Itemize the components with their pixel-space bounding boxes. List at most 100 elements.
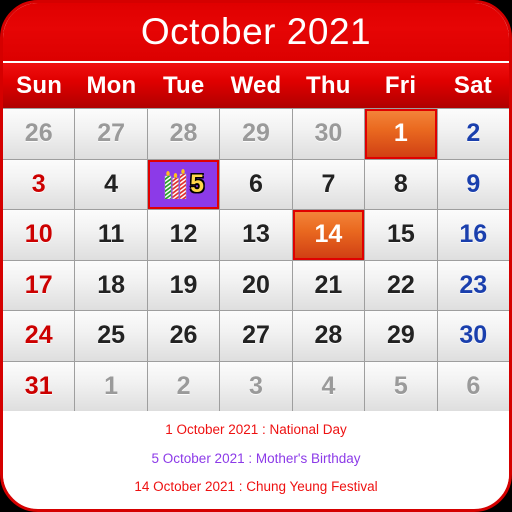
day-cell[interactable]: 17 (3, 260, 75, 310)
day-cell[interactable]: 5 (147, 159, 220, 209)
day-cell[interactable]: 4 (292, 361, 365, 411)
day-cell[interactable]: 4 (75, 159, 147, 209)
day-number: 27 (242, 321, 270, 350)
day-cell[interactable]: 3 (3, 159, 75, 209)
day-number: 28 (314, 321, 343, 350)
day-cell[interactable]: 31 (3, 361, 75, 411)
day-cell-content: 11 (98, 222, 124, 247)
day-cell[interactable]: 25 (75, 311, 147, 361)
day-cell-content: 28 (315, 323, 343, 348)
day-cell[interactable]: 1 (75, 361, 147, 411)
day-cell[interactable]: 27 (220, 311, 292, 361)
weekday-header-thu: Thu (305, 71, 351, 99)
day-number: 5 (190, 169, 205, 198)
day-cell[interactable]: 19 (147, 260, 220, 310)
day-cell[interactable]: 21 (292, 260, 365, 310)
day-number: 24 (24, 321, 53, 350)
day-cell-content: 10 (25, 222, 53, 247)
event-list-item[interactable]: 14 October 2021 : Chung Yeung Festival (134, 480, 377, 494)
day-number: 29 (242, 119, 270, 148)
day-number: 6 (466, 371, 481, 400)
day-number: 25 (97, 321, 126, 350)
day-cell-content: 22 (386, 270, 415, 299)
title-separator (3, 61, 509, 63)
day-number: 14 (314, 220, 343, 249)
day-cell-content: 2 (466, 121, 480, 146)
day-cell[interactable]: 18 (75, 260, 147, 310)
day-number: 5 (393, 371, 408, 400)
event-list-item[interactable]: 1 October 2021 : National Day (165, 423, 347, 437)
day-number: 12 (169, 220, 198, 249)
day-cell[interactable]: 2 (147, 361, 220, 411)
day-number: 26 (24, 119, 53, 148)
day-cell-content: 18 (97, 272, 125, 298)
day-cell[interactable]: 20 (220, 260, 292, 310)
day-number: 13 (242, 220, 270, 249)
day-number: 8 (393, 169, 408, 198)
day-cell[interactable]: 27 (75, 109, 147, 159)
weekday-header-fri: Fri (384, 71, 417, 99)
day-cell[interactable]: 14 (292, 210, 365, 260)
day-cell[interactable]: 12 (147, 210, 220, 260)
month-year-title: October 2021 (140, 10, 372, 52)
day-cell-content: 16 (459, 222, 487, 247)
day-cell[interactable]: 26 (147, 311, 220, 361)
day-cell[interactable]: 10 (3, 210, 75, 260)
day-cell[interactable]: 6 (437, 361, 509, 411)
day-number: 6 (249, 169, 263, 198)
day-number: 17 (24, 270, 53, 299)
day-cell-content: 29 (242, 121, 270, 146)
day-cell[interactable]: 23 (437, 260, 509, 310)
day-cell-content: 27 (97, 121, 125, 146)
calendar-title-bar: October 2021 (3, 3, 509, 61)
day-cell[interactable]: 2 (437, 109, 509, 159)
day-cell-content: 27 (242, 323, 270, 348)
day-cell-content: 30 (459, 323, 487, 348)
day-cell[interactable]: 11 (75, 210, 147, 260)
day-cell-content: 1 (394, 121, 408, 146)
day-cell[interactable]: 30 (292, 109, 365, 159)
calendar-day-grid: 26 27 28 29 30 1 2 3 4 5 6 7 8 9 10 11 12 13 14 15 16 17 18 19 2… (3, 108, 509, 411)
day-cell-content: 2 (177, 373, 191, 399)
day-cell-content: 4 (321, 373, 335, 399)
day-cell[interactable]: 1 (365, 109, 437, 159)
day-cell-content: 24 (25, 323, 53, 348)
day-cell[interactable]: 16 (437, 210, 509, 260)
day-cell-content: 28 (170, 121, 198, 146)
day-cell[interactable]: 29 (365, 311, 437, 361)
day-cell[interactable]: 7 (292, 159, 365, 209)
event-list-item[interactable]: 5 October 2021 : Mother's Birthday (152, 451, 361, 466)
day-number: 21 (314, 270, 343, 299)
day-cell-content: 7 (321, 171, 335, 197)
day-cell[interactable]: 24 (3, 311, 75, 361)
day-cell[interactable]: 6 (220, 159, 292, 209)
day-cell-content: 13 (242, 222, 270, 247)
weekday-header-wed: Wed (230, 71, 282, 99)
day-number: 20 (242, 270, 270, 299)
day-cell[interactable]: 22 (365, 260, 437, 310)
day-cell[interactable]: 30 (437, 311, 509, 361)
day-number: 1 (393, 119, 408, 148)
day-cell-content: 5 (393, 371, 408, 400)
day-cell-content: 3 (32, 171, 46, 197)
day-cell-content: 5 (163, 169, 205, 200)
day-cell-content: 8 (393, 169, 408, 198)
day-cell[interactable]: 26 (3, 109, 75, 159)
day-number: 15 (386, 220, 415, 249)
day-cell[interactable]: 3 (220, 361, 292, 411)
weekday-header-row: Sun Mon Tue Wed Thu Fri Sat (3, 63, 509, 108)
day-cell[interactable]: 8 (365, 159, 437, 209)
day-cell[interactable]: 9 (437, 159, 509, 209)
day-number: 30 (459, 321, 488, 350)
day-cell[interactable]: 28 (147, 109, 220, 159)
day-cell[interactable]: 13 (220, 210, 292, 260)
day-number: 22 (386, 270, 415, 299)
day-cell[interactable]: 5 (365, 361, 437, 411)
day-number: 19 (169, 270, 198, 299)
day-cell-content: 6 (466, 371, 481, 400)
day-cell[interactable]: 15 (365, 210, 437, 260)
calendar-app: October 2021 Sun Mon Tue Wed Thu Fri Sat 26 27 2… (0, 0, 512, 512)
day-cell[interactable]: 28 (292, 311, 365, 361)
day-number: 10 (24, 220, 53, 249)
day-cell[interactable]: 29 (220, 109, 292, 159)
